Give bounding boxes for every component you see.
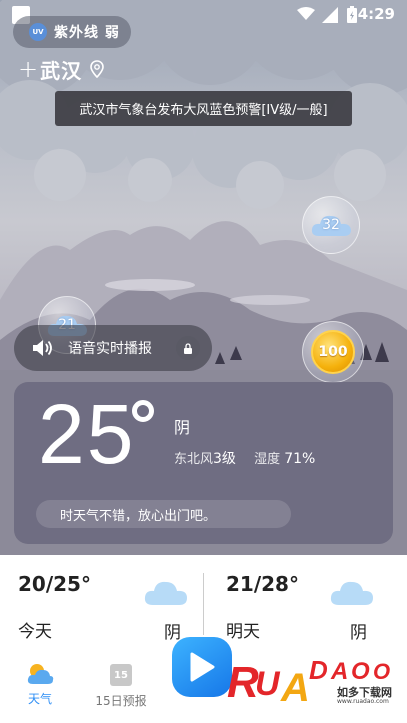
watermark-url: www.ruadao.com bbox=[337, 698, 389, 705]
forecast-condition: 阴 bbox=[350, 623, 367, 643]
location-pin-icon[interactable] bbox=[90, 60, 104, 78]
svg-text:D: D bbox=[309, 655, 328, 685]
wind-direction: 东北风 bbox=[174, 452, 214, 467]
wind-humidity-row: 东北风3级 湿度 71% bbox=[174, 448, 315, 468]
battery-icon bbox=[347, 6, 357, 23]
tab-weather-label: 天气 bbox=[27, 692, 52, 706]
two-day-forecast: 20/25° 今天 阴 21/28° 明天 阴 bbox=[0, 555, 407, 650]
city-name[interactable]: 武汉 bbox=[40, 55, 82, 84]
forecast-condition: 阴 bbox=[164, 623, 181, 643]
forecast-divider bbox=[203, 573, 204, 635]
forecast-today[interactable]: 20/25° 今天 阴 bbox=[18, 555, 198, 650]
weather-alert-banner[interactable]: 武汉市气象台发布大风蓝色预警[IV级/一般] bbox=[55, 91, 352, 126]
weather-icon bbox=[27, 664, 54, 684]
lock-icon bbox=[176, 336, 200, 360]
reward-bubble-right[interactable]: 32 bbox=[302, 196, 360, 254]
alert-text: 武汉市气象台发布大风蓝色预警[IV级/一般] bbox=[79, 103, 328, 118]
cloud-icon bbox=[144, 581, 187, 605]
voice-broadcast-button[interactable]: 语音实时播报 bbox=[14, 325, 212, 371]
wifi-icon bbox=[297, 7, 315, 20]
coin-bubble[interactable]: 100 bbox=[302, 321, 364, 383]
calendar-number: 15 bbox=[114, 669, 128, 681]
wind-level: 3级 bbox=[213, 451, 236, 467]
degree-symbol bbox=[132, 400, 154, 422]
cloud-icon bbox=[330, 581, 373, 605]
coin-icon: 100 bbox=[311, 330, 355, 374]
voice-broadcast-label: 语音实时播报 bbox=[68, 341, 152, 357]
video-play-button[interactable] bbox=[172, 637, 232, 697]
tab-15-day-forecast[interactable]: 15 15日预报 bbox=[86, 662, 156, 709]
svg-text:O: O bbox=[351, 658, 370, 685]
svg-text:A: A bbox=[330, 658, 348, 685]
uv-index-pill[interactable]: UV 紫外线 弱 bbox=[13, 16, 131, 48]
clock-text: 4:29 bbox=[357, 5, 395, 23]
coin-value: 100 bbox=[318, 344, 348, 360]
city-selector[interactable]: + 武汉 bbox=[18, 55, 104, 83]
current-temperature: 25 bbox=[38, 387, 136, 481]
watermark-logo: R U A D A O O 如多下载网 www.ruadao.com bbox=[227, 645, 397, 715]
forecast-day: 今天 bbox=[18, 622, 52, 642]
svg-text:A: A bbox=[280, 666, 310, 710]
tab-weather[interactable]: 天气 bbox=[5, 662, 75, 707]
current-weather-card[interactable]: 25 阴 东北风3级 湿度 71% 时天气不错，放心出门吧。 bbox=[14, 382, 393, 544]
forecast-range: 21/28° bbox=[226, 572, 299, 596]
signal-icon bbox=[322, 7, 338, 23]
forecast-range: 20/25° bbox=[18, 572, 91, 596]
humidity-value: 71% bbox=[284, 451, 316, 467]
tab-15-day-label: 15日预报 bbox=[95, 694, 147, 708]
speaker-icon bbox=[33, 340, 52, 356]
humidity-label: 湿度 bbox=[254, 452, 281, 467]
add-city-button[interactable]: + bbox=[18, 57, 38, 81]
svg-text:U: U bbox=[255, 665, 281, 703]
forecast-tomorrow[interactable]: 21/28° 明天 阴 bbox=[226, 555, 406, 650]
play-icon bbox=[190, 652, 215, 682]
calendar-icon: 15 bbox=[110, 664, 132, 686]
svg-text:O: O bbox=[373, 659, 390, 684]
uv-icon: UV bbox=[29, 23, 47, 41]
uv-label: 紫外线 弱 bbox=[54, 25, 120, 41]
bubble-value: 32 bbox=[322, 217, 340, 233]
current-condition: 阴 bbox=[174, 418, 191, 437]
weather-tip: 时天气不错，放心出门吧。 bbox=[36, 500, 291, 528]
weather-tip-text: 时天气不错，放心出门吧。 bbox=[60, 508, 217, 524]
forecast-day: 明天 bbox=[226, 622, 260, 642]
